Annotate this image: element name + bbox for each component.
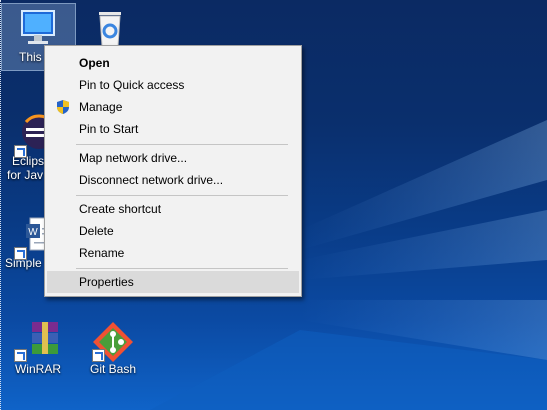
menu-item-label: Delete [79,224,114,238]
menu-item-label: Create shortcut [79,202,162,216]
svg-text:W: W [28,227,38,238]
menu-item-map-network-drive[interactable]: Map network drive... [47,147,299,169]
menu-item-pin-quick-access[interactable]: Pin to Quick access [47,74,299,96]
menu-item-label: Disconnect network drive... [79,173,224,187]
menu-item-disconnect-network-drive[interactable]: Disconnect network drive... [47,169,299,191]
menu-item-delete[interactable]: Delete [47,220,299,242]
shortcut-arrow-icon [92,349,105,362]
recycle-bin-icon [99,12,121,47]
desktop: This Eclips for Jav W Simple WinRAR Git … [0,0,547,410]
git-bash-label: Git Bash [89,362,137,376]
uac-shield-icon [57,100,69,114]
menu-item-rename[interactable]: Rename [47,242,299,264]
context-menu: Open Pin to Quick access Manage Pin to S… [44,45,302,297]
menu-item-manage[interactable]: Manage [47,96,299,118]
menu-item-properties[interactable]: Properties [47,271,299,293]
winrar-label: WinRAR [14,362,61,376]
shortcut-arrow-icon [14,145,27,158]
menu-item-label: Map network drive... [79,151,188,165]
desktop-icon-git-bash[interactable]: Git Bash [75,320,151,376]
desktop-icon-recycle-bin[interactable] [72,6,148,48]
menu-item-label: Properties [79,275,134,289]
menu-item-label: Pin to Start [79,122,139,136]
menu-item-label: Open [79,56,110,70]
shortcut-arrow-icon [14,247,27,260]
menu-item-label: Manage [79,100,123,114]
shortcut-arrow-icon [14,349,27,362]
menu-item-open[interactable]: Open [47,52,299,74]
menu-item-label: Pin to Quick access [79,78,185,92]
menu-separator [76,268,288,269]
desktop-icon-winrar[interactable]: WinRAR [0,320,76,376]
menu-item-create-shortcut[interactable]: Create shortcut [47,198,299,220]
menu-item-pin-start[interactable]: Pin to Start [47,118,299,140]
computer-icon [21,10,55,44]
menu-separator [76,195,288,196]
menu-separator [76,144,288,145]
menu-item-label: Rename [79,246,125,260]
